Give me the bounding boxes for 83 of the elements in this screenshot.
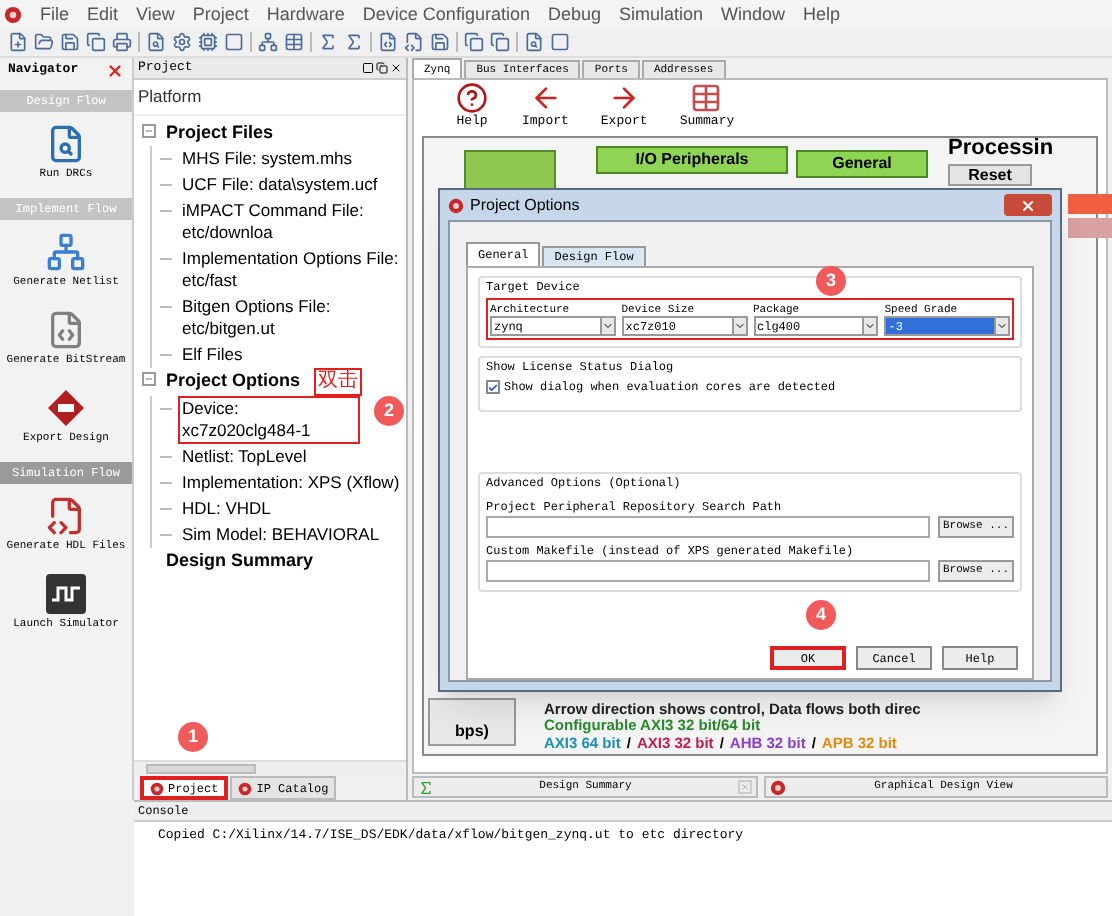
path-field[interactable] [486,560,930,582]
tree-item[interactable]: HDL: VHDL [178,495,275,522]
dropdown-arrow-icon [862,318,877,334]
diagram-block[interactable]: General [796,150,928,178]
toolbar-icon[interactable] [112,32,132,52]
menu-item[interactable]: Simulation [619,5,704,23]
toolbar-icon[interactable] [524,32,544,52]
annotation-note: 双击 [314,367,363,396]
document-icon [45,310,86,350]
collapse-toggle-icon[interactable] [142,123,156,138]
dropdown-arrow-icon [731,318,745,334]
menu-item[interactable]: Window [721,5,786,23]
toolbar-icon[interactable] [86,32,106,52]
tree-item[interactable]: Elf Files [178,341,247,368]
toolbar-icon[interactable] [284,32,304,52]
menu-item[interactable]: Debug [547,5,601,23]
maximize-icon[interactable] [362,62,374,74]
help-icon [454,82,490,114]
document-search-icon [46,124,86,164]
diagram-block [464,150,556,190]
tree-item[interactable]: iMPACT Command File: etc/downloa [178,197,404,246]
menu-item[interactable]: Hardware [266,5,345,23]
toolbar-icon[interactable] [224,32,244,52]
menu-item[interactable]: Help [803,5,841,23]
collapse-toggle-icon[interactable] [142,371,156,386]
path-field[interactable] [486,516,930,538]
tree-item[interactable]: MHS File: system.mhs [178,145,357,172]
toolbar-icon[interactable] [550,32,570,52]
diagram-title: Processin [948,138,1054,160]
toolbar-icon[interactable] [404,32,424,52]
scrollbar-thumb[interactable] [146,763,256,773]
app-logo-icon [448,197,464,213]
dropdown-arrow-icon [599,318,614,334]
toolbar-icon[interactable] [490,32,510,52]
menu-item[interactable]: File [40,5,70,23]
tree-item[interactable]: Design Summary [162,547,318,574]
tree-item[interactable]: Project Options [162,367,305,394]
tree-item[interactable]: Bitgen Options File: etc/bitgen.ut [178,293,404,342]
menu-item[interactable]: Edit [87,5,119,23]
tree-item[interactable]: Device: xc7z020clg484-1 [178,395,360,444]
checkbox[interactable] [486,380,500,394]
toolbar-icon[interactable] [198,32,218,52]
document-icon [45,496,86,536]
tree-item[interactable]: Implementation: XPS (Xflow) [178,469,404,496]
app-logo-icon [150,781,164,795]
table-icon [688,82,725,114]
diamond-icon [45,388,86,428]
step-badge: 2 [374,395,404,426]
toolbar-icon[interactable] [378,32,398,52]
tree-item[interactable]: Netlist: TopLevel [178,443,311,470]
toolbar-icon[interactable] [34,32,54,52]
waveform-icon [46,574,86,614]
tree-item[interactable]: UCF File: data\system.ucf [178,171,382,198]
toolbar-icon[interactable] [8,32,28,52]
toolbar-icon[interactable] [60,32,80,52]
menu-item[interactable]: Device Configuration [362,5,530,23]
close-icon[interactable] [390,62,402,74]
app-logo-icon [238,781,253,795]
diagram-block[interactable]: Reset [948,164,1032,186]
close-button[interactable] [1004,194,1052,216]
float-icon[interactable] [376,62,388,74]
diagram-label: bps) [455,720,489,744]
toolbar-icon[interactable] [430,32,450,52]
close-icon [1020,197,1036,213]
menu-item[interactable]: View [136,5,175,23]
dropdown-arrow-icon [994,318,1008,334]
tree-item[interactable]: Project Files [162,119,278,146]
menu-item[interactable]: Project [192,5,249,23]
diagram-block[interactable]: I/O Peripherals [596,146,788,174]
diagram-block [1068,218,1112,238]
tree-item[interactable]: Sim Model: BEHAVIORAL [178,521,384,548]
tree-item[interactable]: Implementation Options File: etc/fast [178,245,404,294]
toolbar-icon[interactable] [258,32,278,52]
toolbar-icon[interactable] [464,32,484,52]
diagram-block [1068,194,1112,214]
app-logo-icon [4,5,22,23]
toolbar-icon[interactable] [172,32,192,52]
platform-label: Platform [134,80,406,116]
toolbar-icon[interactable] [146,32,166,52]
sigma-icon [418,779,434,795]
dialog-title: Project Options [470,193,582,217]
app-logo-icon [769,779,785,795]
network-icon [46,232,86,272]
